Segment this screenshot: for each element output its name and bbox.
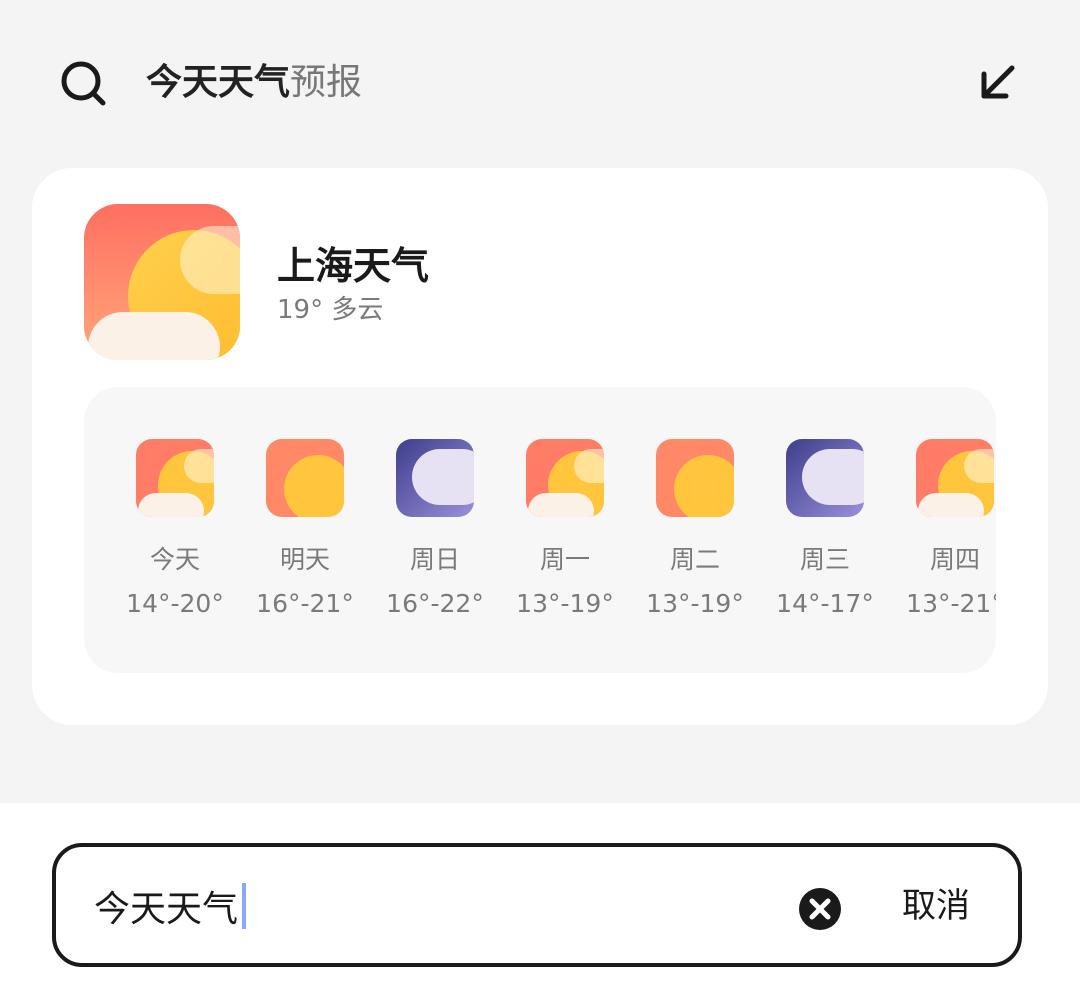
sun-icon [266,439,344,517]
cancel-button[interactable]: 取消 [902,881,970,931]
forecast-day-label: 周三 [799,545,850,574]
forecast-day-label: 周日 [409,545,460,574]
forecast-day-label: 明天 [279,545,330,574]
moon-icon [786,439,864,517]
forecast-day[interactable]: 周三 14°-17° [760,387,890,673]
search-box[interactable]: 取消 [52,843,1022,967]
weather-app-icon [84,204,240,360]
forecast-day-temp: 14°-20° [126,589,224,618]
forecast-day[interactable]: 周日 16°-22° [370,387,500,673]
forecast-day-temp: 13°-19° [516,589,614,618]
search-input[interactable] [94,881,714,931]
forecast-day-temp: 14°-17° [776,589,874,618]
forecast-day-label: 周四 [929,545,980,574]
search-icon [61,61,106,106]
forecast-day[interactable]: 今天 14°-20° [110,387,240,673]
clear-icon[interactable] [798,887,842,931]
fill-query-arrow-icon[interactable] [974,58,1022,106]
forecast-day-label: 今天 [149,545,200,574]
suggestion-rest: 预报 [290,62,363,103]
moon-icon [396,439,474,517]
forecast-panel[interactable]: 今天 14°-20° 明天 16°-21° 周日 16°-22° 周一 13°-… [84,387,996,673]
forecast-day-label: 周一 [539,545,590,574]
suggestion-text: 今天天气预报 [146,58,362,108]
forecast-day-temp: 16°-21° [256,589,354,618]
forecast-day-temp: 13°-19° [646,589,744,618]
sun-cloud-icon [916,439,994,517]
sun-icon [656,439,734,517]
search-area: 取消 [0,803,1080,1005]
text-cursor [242,883,246,929]
forecast-day[interactable]: 明天 16°-21° [240,387,370,673]
forecast-day[interactable]: 周四 13°-21° [890,387,996,673]
forecast-day-label: 周二 [669,545,720,574]
weather-card[interactable]: 上海天气 19° 多云 今天 14°-20° 明天 16°-21° 周日 16°… [32,168,1048,725]
sun-cloud-icon [136,439,214,517]
forecast-day[interactable]: 周二 13°-19° [630,387,760,673]
current-weather: 19° 多云 [277,295,384,325]
suggestion-match: 今天天气 [146,62,291,103]
city-title: 上海天气 [277,244,430,288]
forecast-day-temp: 13°-21° [906,589,996,618]
suggestion-row[interactable]: 今天天气预报 [0,0,1080,160]
forecast-day[interactable]: 周一 13°-19° [500,387,630,673]
sun-cloud-icon [526,439,604,517]
forecast-day-temp: 16°-22° [386,589,484,618]
